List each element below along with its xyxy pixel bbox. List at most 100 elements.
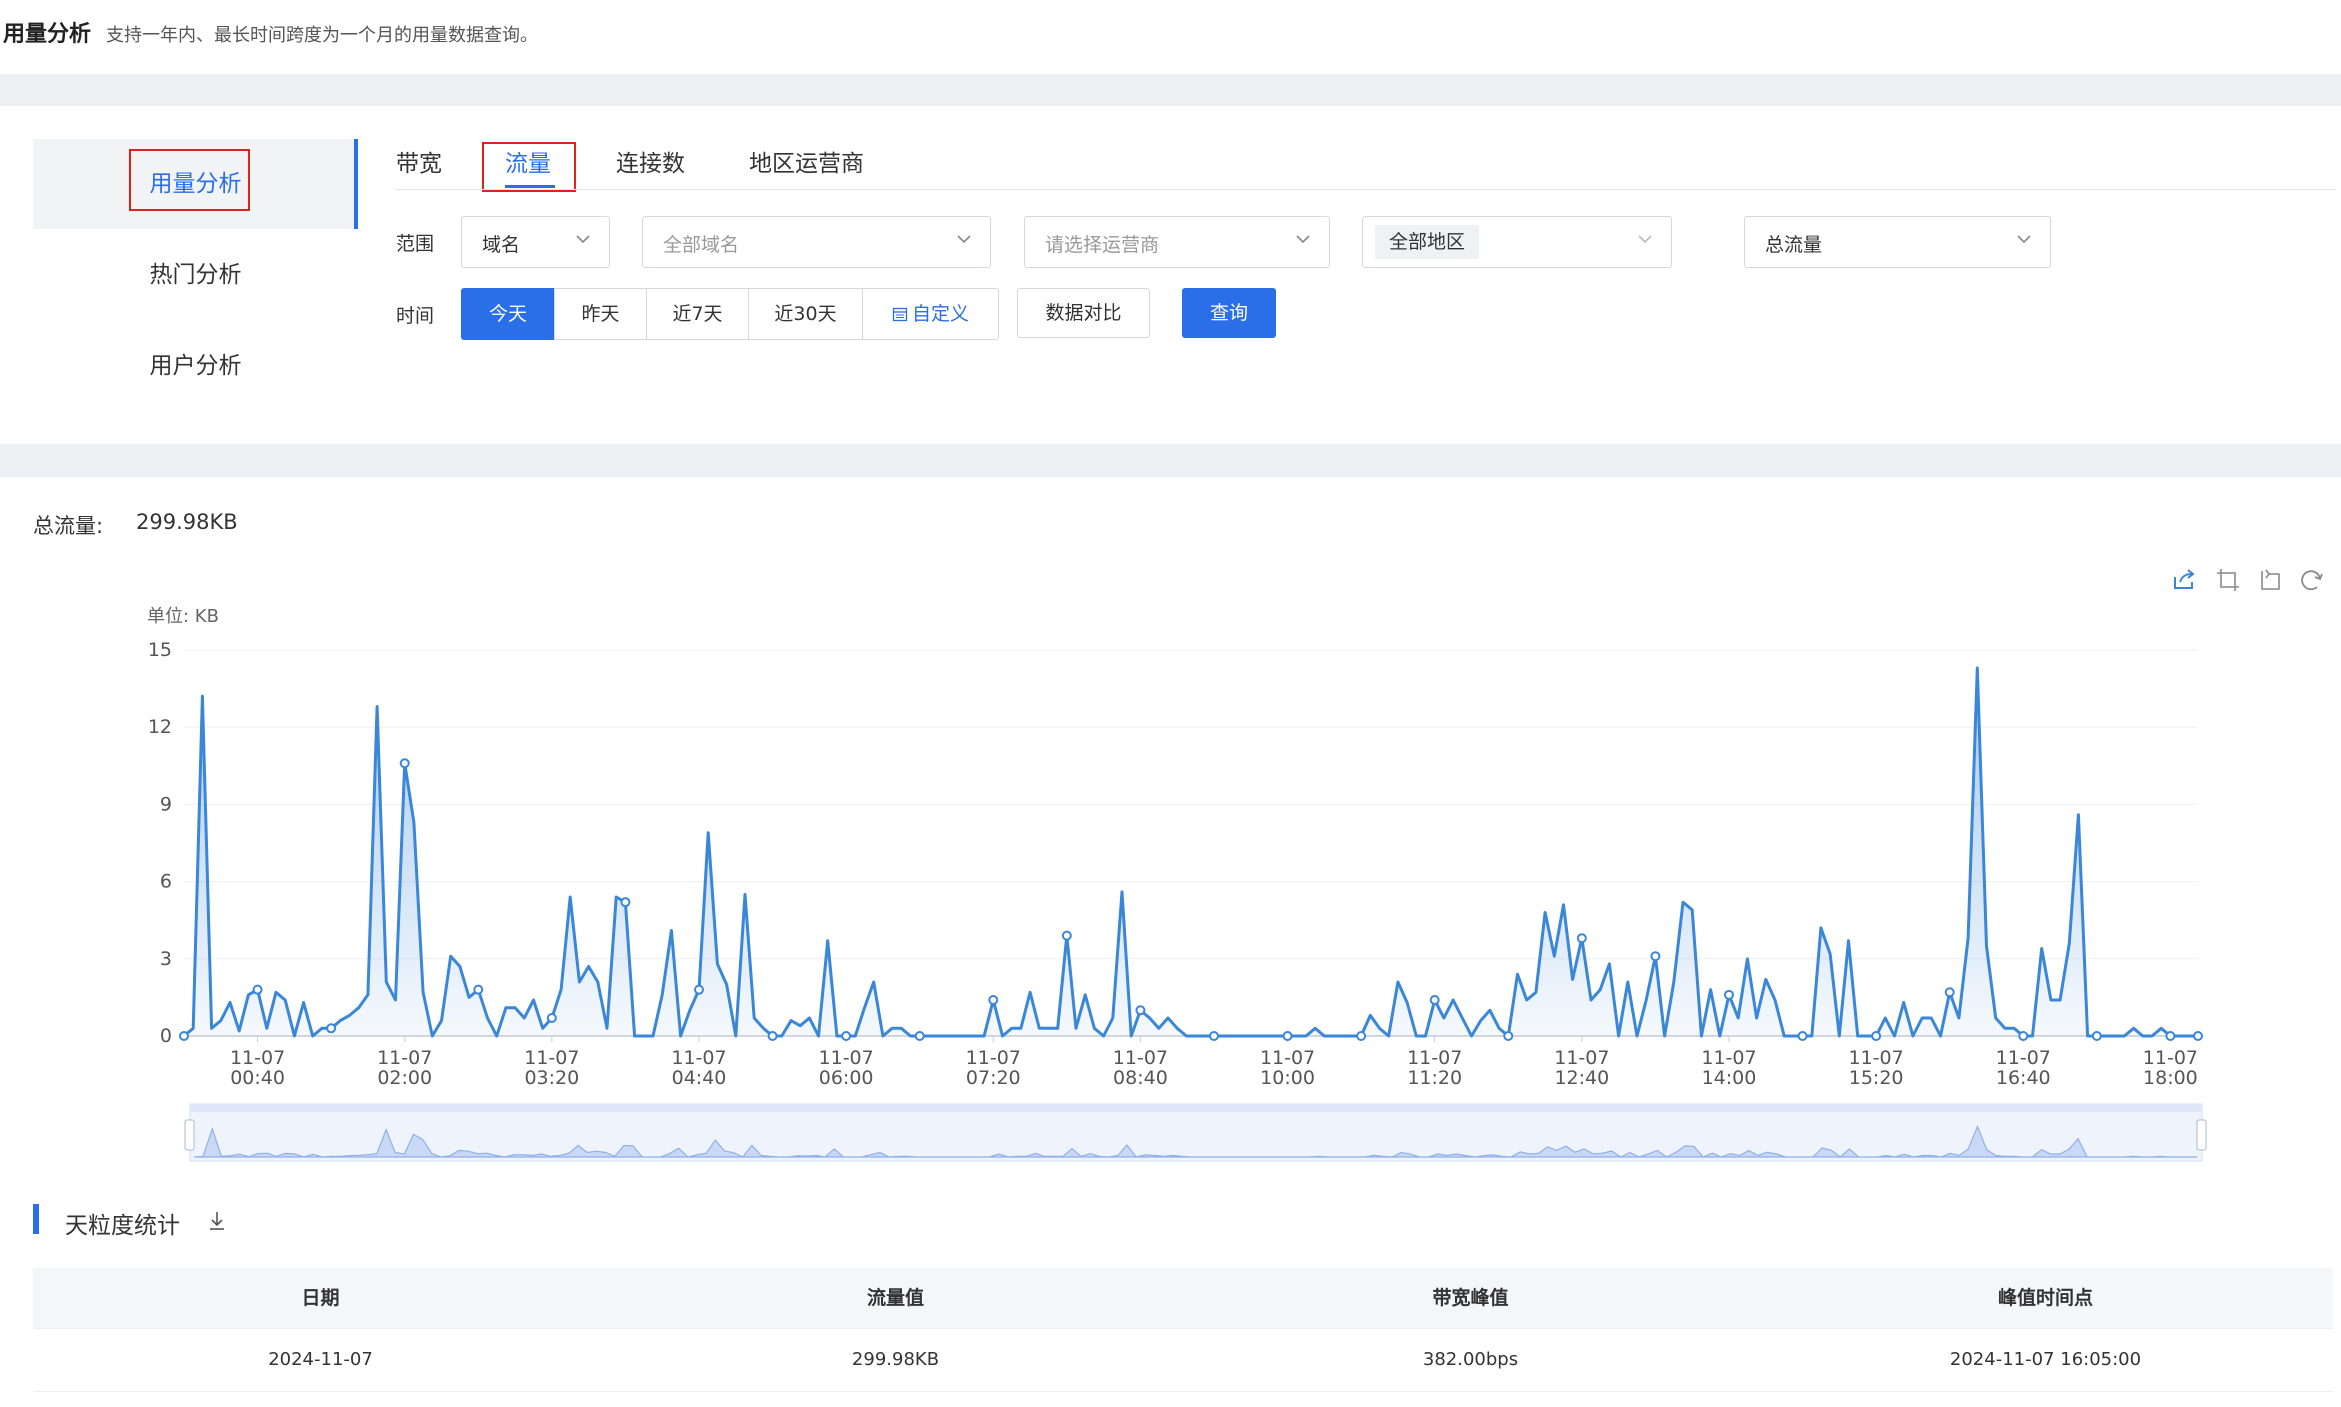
x-tick-label: 11-07 bbox=[1113, 1047, 1168, 1069]
x-tick-label: 08:40 bbox=[1113, 1067, 1168, 1089]
traffic-chart: 单位: KB 03691215 11-0700:4011-0702:0011-0… bbox=[147, 606, 2207, 1162]
table-header: 日期 流量值 带宽峰值 峰值时间点 bbox=[33, 1268, 2333, 1328]
domain-select[interactable]: 全部域名 bbox=[642, 216, 991, 268]
region-chip[interactable]: 全部地区 bbox=[1375, 225, 1480, 259]
tab-bandwidth[interactable]: 带宽 bbox=[396, 144, 442, 178]
tab-region-isp[interactable]: 地区运营商 bbox=[749, 144, 864, 178]
isp-select[interactable]: 请选择运营商 bbox=[1024, 216, 1330, 268]
series-points bbox=[179, 758, 2203, 1041]
data-point bbox=[1208, 1031, 1219, 1041]
x-tick-label: 00:40 bbox=[230, 1067, 285, 1089]
y-tick-label: 3 bbox=[160, 948, 172, 970]
zoom-handle-left[interactable] bbox=[184, 1119, 195, 1151]
sidebar-item-label: 热门分析 bbox=[149, 262, 242, 288]
data-point bbox=[2193, 1031, 2203, 1041]
data-point bbox=[841, 1031, 852, 1041]
column-header-traffic: 流量值 bbox=[866, 1287, 924, 1309]
data-point bbox=[1650, 951, 1661, 962]
data-point bbox=[1944, 987, 1955, 998]
page-title: 用量分析 bbox=[3, 22, 92, 47]
x-tick-label: 11-07 bbox=[1554, 1047, 1609, 1069]
tabs-divider bbox=[395, 189, 2335, 190]
table-cell: 299.98KB bbox=[851, 1349, 940, 1370]
data-zoom-slider[interactable] bbox=[184, 1103, 2207, 1162]
region-select[interactable]: 全部地区 bbox=[1362, 216, 1672, 268]
chevron-down-icon bbox=[957, 235, 971, 244]
data-point bbox=[2091, 1031, 2102, 1041]
x-tick-label: 03:20 bbox=[524, 1067, 579, 1089]
x-tick-label: 11-07 bbox=[2143, 1047, 2198, 1069]
table-cell: 382.00bps bbox=[1422, 1349, 1519, 1370]
data-point bbox=[473, 984, 484, 995]
data-point bbox=[914, 1031, 925, 1041]
data-point bbox=[546, 1012, 557, 1023]
scope-label: 范围 bbox=[396, 233, 435, 255]
time-option-30days[interactable]: 近30天 bbox=[748, 288, 863, 340]
zoom-track[interactable] bbox=[189, 1103, 2203, 1162]
chevron-down-icon bbox=[1638, 235, 1652, 244]
data-point bbox=[2018, 1031, 2029, 1041]
table-row: 2024-11-07 299.98KB 382.00bps 2024-11-07… bbox=[33, 1328, 2333, 1392]
column-header-bandwidth-peak: 带宽峰值 bbox=[1432, 1287, 1509, 1309]
zoom-top-bar[interactable] bbox=[190, 1104, 2202, 1112]
sidebar-item-hot-analysis[interactable]: 热门分析 bbox=[33, 230, 358, 320]
data-point bbox=[1135, 1005, 1146, 1016]
data-compare-button[interactable]: 数据对比 bbox=[1017, 288, 1150, 338]
data-point bbox=[620, 897, 631, 908]
table-cell: 2024-11-07 16:05:00 bbox=[1949, 1349, 2142, 1370]
x-tick-label: 11-07 bbox=[1701, 1047, 1756, 1069]
page-header: 用量分析 支持一年内、最长时间跨度为一个月的用量数据查询。 bbox=[0, 0, 2341, 74]
data-point bbox=[399, 758, 410, 769]
domain-placeholder: 全部域名 bbox=[663, 234, 740, 256]
column-header-peak-time: 峰值时间点 bbox=[1997, 1287, 2093, 1309]
data-point bbox=[1576, 933, 1587, 944]
x-tick-label: 16:40 bbox=[1996, 1067, 2051, 1089]
filter-card: 用量分析 热门分析 用户分析 带宽 流量 连接数 地区运营商 范围 域名 全部域… bbox=[0, 106, 2341, 444]
time-option-today[interactable]: 今天 bbox=[461, 288, 555, 340]
x-tick-label: 06:00 bbox=[819, 1067, 874, 1089]
time-option-7days[interactable]: 近7天 bbox=[646, 288, 749, 340]
x-tick-label: 04:40 bbox=[672, 1067, 727, 1089]
chart-unit-label: 单位: KB bbox=[147, 606, 219, 627]
y-tick-label: 9 bbox=[160, 793, 172, 815]
x-tick-label: 11:20 bbox=[1407, 1067, 1462, 1089]
table-cell: 2024-11-07 bbox=[268, 1349, 373, 1370]
x-tick-label: 14:00 bbox=[1702, 1067, 1757, 1089]
x-tick-label: 11-07 bbox=[1996, 1047, 2051, 1069]
data-point bbox=[767, 1031, 778, 1041]
scope-type-select[interactable]: 域名 bbox=[461, 216, 610, 268]
chevron-down-icon bbox=[2017, 235, 2031, 244]
download-icon[interactable] bbox=[205, 1208, 229, 1234]
data-point bbox=[1061, 930, 1072, 941]
query-button[interactable]: 查询 bbox=[1182, 288, 1276, 338]
y-axis-ticks: 0 3 6 9 12 15 bbox=[148, 639, 172, 1047]
scope-type-value: 域名 bbox=[482, 234, 521, 256]
highlight-box bbox=[129, 149, 250, 211]
x-tick-label: 18:00 bbox=[2143, 1067, 2198, 1089]
y-tick-label: 12 bbox=[148, 716, 172, 738]
calendar-icon bbox=[892, 307, 908, 322]
data-point bbox=[1871, 1031, 1882, 1041]
sidebar-item-user-analysis[interactable]: 用户分析 bbox=[33, 321, 358, 411]
x-tick-label: 11-07 bbox=[1260, 1047, 1315, 1069]
section-indicator bbox=[33, 1204, 39, 1234]
zoom-handle-right[interactable] bbox=[2196, 1119, 2207, 1151]
data-point bbox=[988, 994, 999, 1005]
data-point bbox=[2165, 1031, 2176, 1041]
metric-select[interactable]: 总流量 bbox=[1744, 216, 2051, 268]
tab-connections[interactable]: 连接数 bbox=[616, 144, 685, 178]
data-point bbox=[1429, 994, 1440, 1005]
x-tick-label: 10:00 bbox=[1260, 1067, 1315, 1089]
data-point bbox=[1356, 1031, 1367, 1041]
time-option-yesterday[interactable]: 昨天 bbox=[554, 288, 647, 340]
page-description: 支持一年内、最长时间跨度为一个月的用量数据查询。 bbox=[106, 25, 538, 46]
time-option-custom[interactable]: 自定义 bbox=[862, 288, 999, 340]
x-tick-label: 07:20 bbox=[966, 1067, 1021, 1089]
x-tick-label: 11-07 bbox=[819, 1047, 874, 1069]
y-tick-label: 15 bbox=[148, 639, 172, 661]
metric-value: 总流量 bbox=[1765, 234, 1823, 256]
custom-label: 自定义 bbox=[911, 303, 969, 325]
section-title: 天粒度统计 bbox=[65, 1213, 180, 1239]
x-tick-label: 11-07 bbox=[1407, 1047, 1462, 1069]
y-tick-label: 6 bbox=[160, 871, 172, 893]
